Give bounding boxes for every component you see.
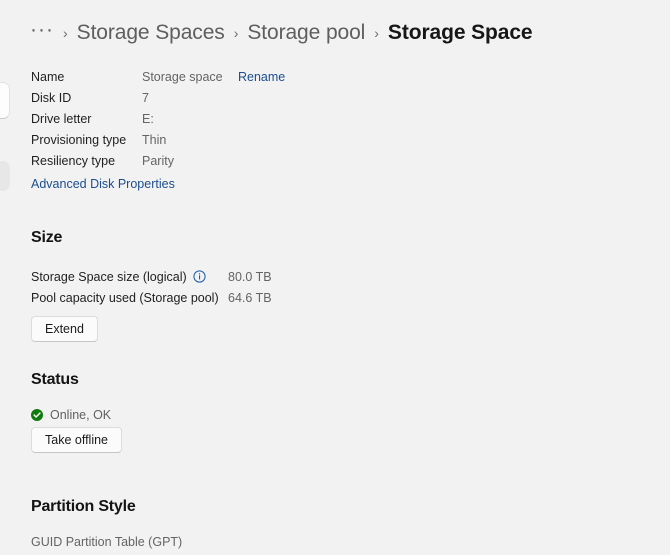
size-label-pool-used-text: Pool capacity used (Storage pool) (31, 290, 219, 305)
extend-button[interactable]: Extend (31, 316, 98, 342)
property-label-disk-id: Disk ID (31, 91, 72, 105)
property-value-disk-id: 7 (142, 91, 149, 105)
property-row-drive-letter: Drive letter E: (31, 112, 361, 133)
chevron-right-icon: › (374, 25, 379, 41)
size-row-pool-used: Pool capacity used (Storage pool) 64.6 T… (31, 287, 371, 308)
size-label-pool-used: Pool capacity used (Storage pool) (31, 291, 228, 305)
property-value-resiliency-type: Parity (142, 154, 174, 168)
property-value-drive-letter: E: (142, 112, 154, 126)
size-row-logical: Storage Space size (logical) 80.0 TB (31, 266, 371, 287)
partition-style-value: GUID Partition Table (GPT) (31, 535, 183, 549)
size-label-logical-text: Storage Space size (logical) (31, 269, 187, 284)
property-row-resiliency-type: Resiliency type Parity (31, 154, 361, 175)
size-label-logical: Storage Space size (logical) (31, 270, 228, 284)
property-label-name: Name (31, 70, 65, 84)
property-row-name: Name Storage space Rename (31, 70, 361, 91)
breadcrumb: ··· › Storage Spaces › Storage pool › St… (30, 16, 533, 50)
property-row-disk-id: Disk ID 7 (31, 91, 361, 112)
breadcrumb-item-storage-spaces[interactable]: Storage Spaces (77, 21, 225, 45)
property-label-resiliency-type: Resiliency type (31, 154, 116, 168)
property-row-provisioning-type: Provisioning type Thin (31, 133, 361, 154)
check-circle-icon (31, 409, 43, 421)
property-value-provisioning-type: Thin (142, 133, 167, 147)
chevron-right-icon: › (62, 25, 68, 41)
status-badge: Online, OK (31, 407, 111, 423)
breadcrumb-item-storage-space-current: Storage Space (387, 21, 533, 44)
info-icon[interactable] (193, 270, 206, 283)
size-value-logical: 80.0 TB (228, 269, 272, 284)
breadcrumb-item-storage-pool[interactable]: Storage pool (247, 21, 365, 45)
size-rows: Storage Space size (logical) 80.0 TB Poo… (31, 266, 371, 308)
section-title-size: Size (31, 229, 63, 246)
take-offline-button[interactable]: Take offline (31, 427, 123, 453)
left-panel-fragment-selected[interactable] (0, 82, 10, 119)
properties-list: Name Storage space Rename Disk ID 7 Driv… (31, 70, 361, 175)
status-text: Online, OK (50, 408, 112, 422)
section-title-partition-style: Partition Style (31, 498, 136, 515)
breadcrumb-overflow-icon[interactable]: ··· (30, 19, 54, 42)
chevron-right-icon: › (233, 25, 239, 41)
rename-link[interactable]: Rename (238, 70, 285, 84)
property-label-drive-letter: Drive letter (31, 112, 92, 126)
section-title-status: Status (31, 371, 79, 388)
size-value-pool-used: 64.6 TB (228, 290, 272, 305)
property-value-name: Storage space (142, 70, 223, 84)
left-panel-fragment[interactable] (0, 161, 10, 191)
property-label-provisioning-type: Provisioning type (31, 133, 127, 147)
advanced-disk-properties-link[interactable]: Advanced Disk Properties (31, 177, 175, 191)
